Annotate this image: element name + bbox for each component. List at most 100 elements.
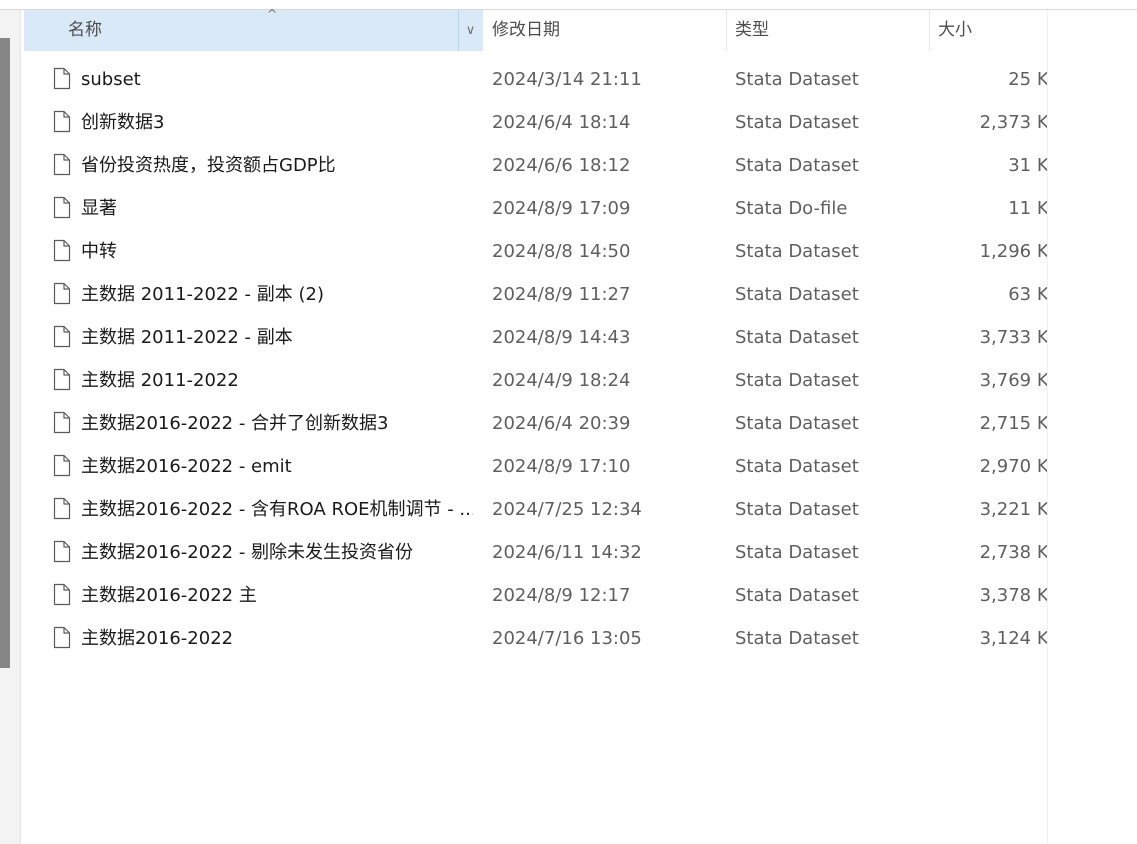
file-name: 主数据2016-2022 - 合并了创新数据3 [81,413,389,434]
file-modified-date: 2024/8/9 11:27 [492,284,631,305]
file-name: 主数据2016-2022 - emit [81,456,292,477]
file-row[interactable]: 主数据 2011-2022 2024/4/9 18:24 Stata Dataset… [24,359,1047,402]
file-name: 中转 [81,241,117,262]
file-list: subset 2024/3/14 21:11 Stata Dataset 25 KB 创… [24,58,1047,660]
file-modified-date: 2024/6/11 14:32 [492,542,642,563]
column-header-date-label: 修改日期 [492,20,560,40]
right-pane-divider [1047,10,1048,844]
file-size-value: 31 KB [1008,155,1047,176]
file-modified-date: 2024/7/25 12:34 [492,499,642,520]
file-type: Stata Dataset [735,542,859,563]
file-size-value: 25 KB [1008,69,1047,90]
file-type: Stata Dataset [735,112,859,133]
file-type: Stata Dataset [735,413,859,434]
chevron-down-icon[interactable]: ∨ [458,10,482,51]
file-size: 3,733 KB [930,316,1047,359]
file-name: 主数据 2011-2022 - 副本 (2) [81,284,324,305]
file-icon [53,110,71,133]
file-size-value: 3,378 KB [979,585,1047,606]
file-type: Stata Dataset [735,327,859,348]
file-row[interactable]: 主数据2016-2022 - 剔除未发生投资省份 2024/6/11 14:32 S… [24,531,1047,574]
file-row[interactable]: 显著 2024/8/9 17:09 Stata Do-file 11 KB [24,187,1047,230]
file-size: 3,378 KB [930,574,1047,617]
file-type: Stata Dataset [735,284,859,305]
file-icon [53,411,71,434]
file-modified-date: 2024/8/9 12:17 [492,585,631,606]
file-type: Stata Dataset [735,69,859,90]
file-icon [53,454,71,477]
file-icon [53,282,71,305]
file-type: Stata Dataset [735,155,859,176]
file-icon [53,368,71,391]
file-row[interactable]: 中转 2024/8/8 14:50 Stata Dataset 1,296 KB [24,230,1047,273]
file-icon [53,540,71,563]
file-size: 11 KB [930,187,1047,230]
column-header-date[interactable]: 修改日期 [483,10,727,51]
file-row[interactable]: 主数据2016-2022 - emit 2024/8/9 17:10 Stata D… [24,445,1047,488]
file-icon [53,153,71,176]
file-name: 主数据2016-2022 主 [81,585,257,606]
file-size: 2,738 KB [930,531,1047,574]
file-row[interactable]: 主数据2016-2022 主 2024/8/9 12:17 Stata Datase… [24,574,1047,617]
file-type: Stata Do-file [735,198,848,219]
file-size-value: 2,970 KB [979,456,1047,477]
file-row[interactable]: 主数据2016-2022 2024/7/16 13:05 Stata Dataset… [24,617,1047,660]
file-type: Stata Dataset [735,499,859,520]
file-size-value: 3,733 KB [979,327,1047,348]
file-explorer-window: 名称 ^ ∨ 修改日期 类型 大小 subset 2024/3/14 21:11 S… [0,0,1137,844]
file-size: 31 KB [930,144,1047,187]
column-header-name-label: 名称 [68,20,102,40]
file-size-value: 3,769 KB [979,370,1047,391]
file-size: 63 KB [930,273,1047,316]
file-type: Stata Dataset [735,628,859,649]
column-header-type-label: 类型 [735,20,769,40]
file-row[interactable]: 主数据2016-2022 - 含有ROA ROE机制调节 - ... 2024/7… [24,488,1047,531]
file-modified-date: 2024/8/8 14:50 [492,241,631,262]
file-icon [53,626,71,649]
file-modified-date: 2024/7/16 13:05 [492,628,642,649]
column-header-size-label: 大小 [938,20,972,40]
file-size: 1,296 KB [930,230,1047,273]
file-modified-date: 2024/6/4 20:39 [492,413,631,434]
file-row[interactable]: subset 2024/3/14 21:11 Stata Dataset 25 KB [24,58,1047,101]
column-header-type[interactable]: 类型 [727,10,930,51]
file-size: 3,124 KB [930,617,1047,660]
file-icon [53,196,71,219]
column-header-size[interactable]: 大小 [930,10,1047,51]
file-size-value: 63 KB [1008,284,1047,305]
file-modified-date: 2024/8/9 14:43 [492,327,631,348]
file-size: 3,769 KB [930,359,1047,402]
file-size-value: 2,715 KB [979,413,1047,434]
sort-ascending-icon: ^ [266,7,278,21]
file-row[interactable]: 主数据 2011-2022 - 副本 2024/8/9 14:43 Stata Da… [24,316,1047,359]
file-modified-date: 2024/6/6 18:12 [492,155,631,176]
file-name: 主数据 2011-2022 [81,370,239,391]
file-icon [53,67,71,90]
file-type: Stata Dataset [735,456,859,477]
file-icon [53,325,71,348]
navigation-scrollbar[interactable] [0,38,10,668]
file-row[interactable]: 主数据 2011-2022 - 副本 (2) 2024/8/9 11:27 Stat… [24,273,1047,316]
file-row[interactable]: 省份投资热度，投资额占GDP比 2024/6/6 18:12 Stata Datas… [24,144,1047,187]
file-size: 2,715 KB [930,402,1047,445]
column-header-row: 名称 ^ ∨ 修改日期 类型 大小 [24,7,1047,51]
file-row[interactable]: 主数据2016-2022 - 合并了创新数据3 2024/6/4 20:39 Sta… [24,402,1047,445]
file-name: 省份投资热度，投资额占GDP比 [81,155,336,176]
file-type: Stata Dataset [735,370,859,391]
file-icon [53,239,71,262]
file-size-value: 3,221 KB [979,499,1047,520]
file-name: 主数据2016-2022 - 含有ROA ROE机制调节 - ... [81,499,473,520]
file-modified-date: 2024/6/4 18:14 [492,112,631,133]
file-icon [53,497,71,520]
file-name: 主数据 2011-2022 - 副本 [81,327,293,348]
file-size: 25 KB [930,58,1047,101]
file-modified-date: 2024/4/9 18:24 [492,370,631,391]
file-size-value: 2,738 KB [979,542,1047,563]
file-size-value: 2,373 KB [979,112,1047,133]
column-header-name[interactable]: 名称 ^ [24,7,483,51]
file-name: subset [81,69,141,90]
file-size: 3,221 KB [930,488,1047,531]
file-type: Stata Dataset [735,585,859,606]
file-icon [53,583,71,606]
file-row[interactable]: 创新数据3 2024/6/4 18:14 Stata Dataset 2,373 KB [24,101,1047,144]
